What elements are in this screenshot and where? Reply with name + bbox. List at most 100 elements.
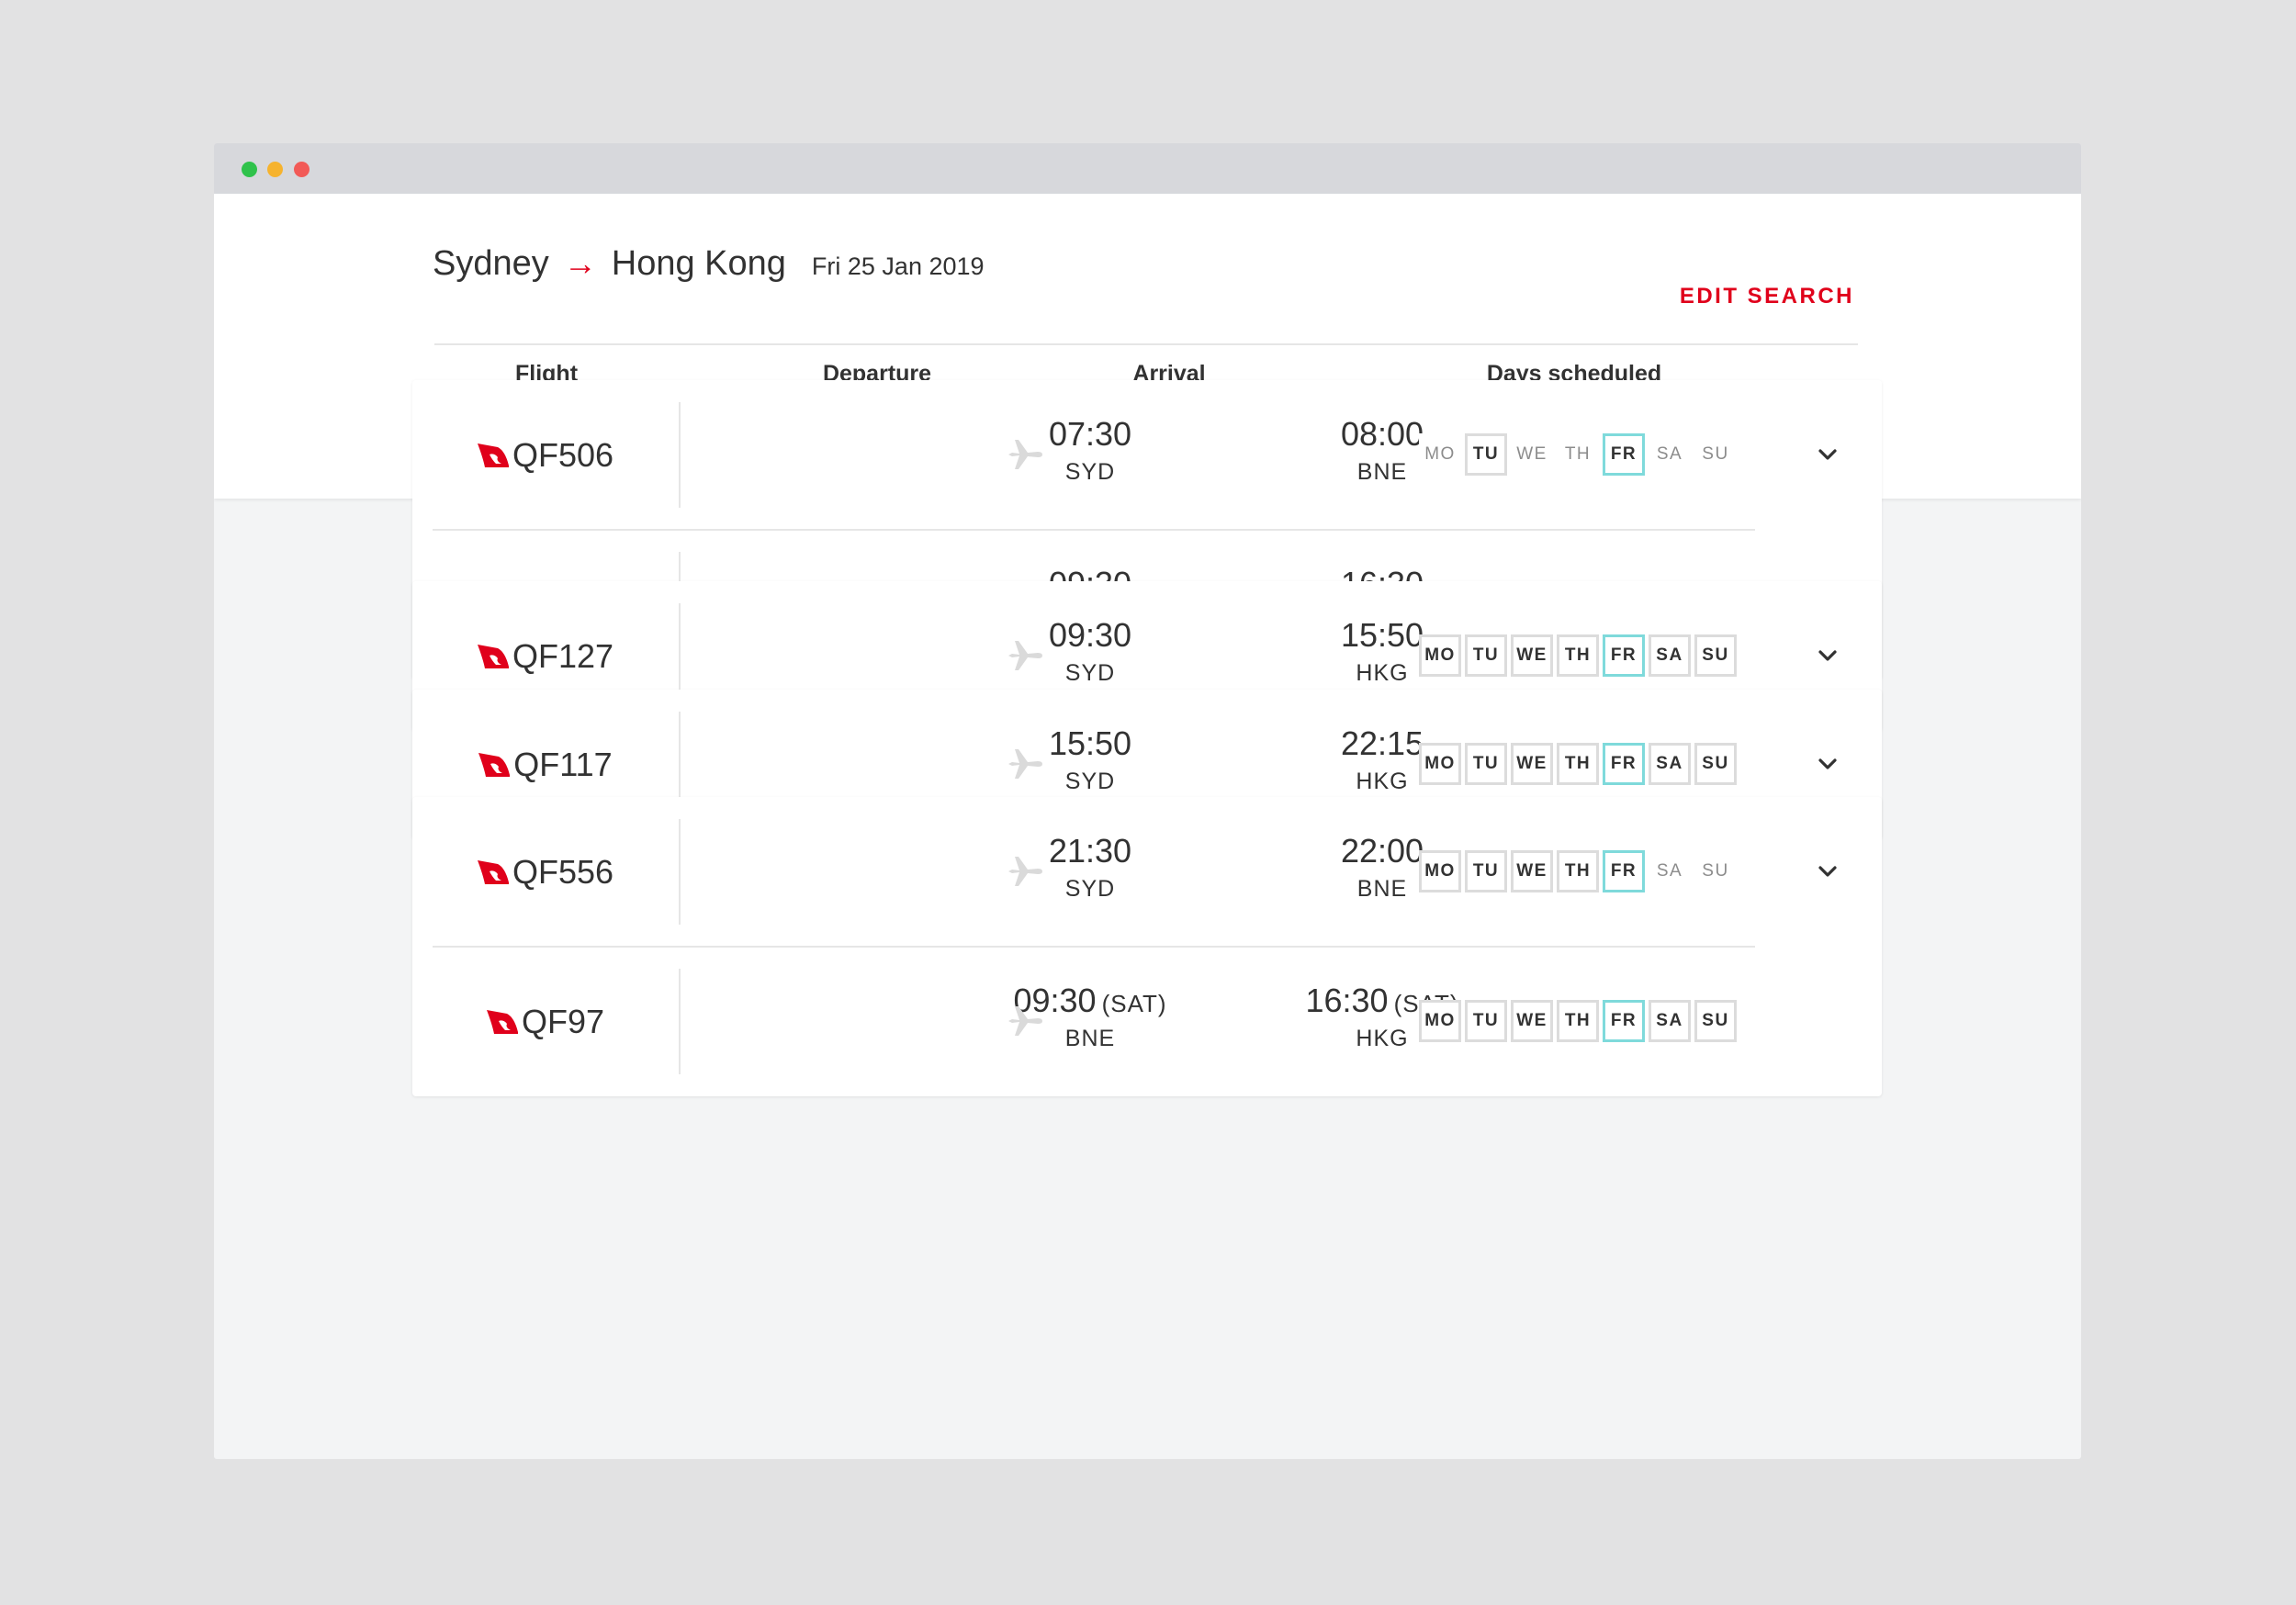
day-th: TH — [1557, 433, 1599, 476]
arrival-airport: BNE — [1356, 459, 1408, 485]
day-sa: SA — [1649, 1000, 1691, 1042]
plane-icon — [1007, 746, 1043, 782]
expand-chevron-icon[interactable] — [1816, 443, 1840, 466]
departure-airport: SYD — [1064, 660, 1116, 686]
flight-number: QF127 — [512, 636, 614, 675]
departure-day-note: (SAT) — [1101, 990, 1167, 1017]
days-scheduled: MOTUWETHFRSASU — [1419, 743, 1737, 785]
day-fr: FR — [1603, 743, 1645, 785]
departure-block: 15:50 SYD — [1049, 724, 1131, 795]
departure-block: 07:30 SYD — [1049, 415, 1131, 486]
qantas-logo-icon — [478, 752, 511, 777]
plane-icon — [1007, 637, 1043, 674]
arrival-block: 08:00 BNE — [1341, 415, 1424, 486]
departure-time: 15:50 — [1048, 724, 1132, 762]
day-th: TH — [1557, 743, 1599, 785]
day-th: TH — [1557, 850, 1599, 892]
days-scheduled: MOTUWETHFRSASU — [1419, 433, 1737, 476]
plane-icon — [1007, 853, 1043, 890]
window-minimize-button[interactable] — [267, 162, 283, 177]
flight-number: QF97 — [521, 1002, 605, 1040]
plane-icon — [1007, 1003, 1043, 1039]
origin-city: Sydney — [433, 244, 549, 283]
column-divider — [679, 819, 681, 925]
expand-chevron-icon[interactable] — [1816, 644, 1840, 668]
arrival-time: 22:15 — [1340, 724, 1424, 762]
day-tu: TU — [1465, 850, 1507, 892]
days-scheduled: MOTUWETHFRSASU — [1419, 1000, 1737, 1042]
window-close-button[interactable] — [294, 162, 310, 177]
search-date: Fri 25 Jan 2019 — [811, 253, 985, 280]
day-we: WE — [1511, 433, 1553, 476]
day-sa: SA — [1649, 743, 1691, 785]
days-scheduled: MOTUWETHFRSASU — [1419, 850, 1737, 892]
flight-number-cell: QF556 — [412, 797, 679, 947]
day-sa: SA — [1649, 634, 1691, 677]
day-we: WE — [1511, 634, 1553, 677]
day-th: TH — [1557, 1000, 1599, 1042]
arrival-time: 08:00 — [1340, 415, 1424, 453]
day-fr: FR — [1603, 1000, 1645, 1042]
day-sa: SA — [1649, 850, 1691, 892]
departure-airport: SYD — [1064, 876, 1116, 902]
day-sa: SA — [1649, 433, 1691, 476]
day-su: SU — [1694, 433, 1737, 476]
header-divider — [434, 343, 1858, 345]
flight-number: QF117 — [513, 745, 613, 783]
day-su: SU — [1694, 850, 1737, 892]
edit-search-button[interactable]: EDIT SEARCH — [1680, 284, 1854, 309]
day-we: WE — [1511, 743, 1553, 785]
arrival-block: 22:15 HKG — [1341, 724, 1424, 795]
departure-block: 21:30 SYD — [1049, 832, 1131, 903]
arrival-time: 16:30 — [1305, 982, 1389, 1019]
departure-time: 21:30 — [1048, 832, 1132, 870]
expand-chevron-icon[interactable] — [1816, 752, 1840, 776]
destination-city: Hong Kong — [611, 244, 786, 283]
qantas-logo-icon — [477, 443, 509, 467]
browser-window: Sydney → Hong Kong Fri 25 Jan 2019 EDIT … — [214, 143, 2081, 1459]
qantas-logo-icon — [486, 1009, 518, 1034]
arrival-time: 22:00 — [1340, 832, 1424, 870]
day-we: WE — [1511, 1000, 1553, 1042]
flight-leg: QF97 09:30(SAT) BNE 16:30(SAT) HKG MOTUW… — [412, 946, 1882, 1096]
departure-airport: SYD — [1064, 769, 1116, 794]
flight-leg: QF506 07:30 SYD 08:00 BNE MO TU WE TH FR SA SU — [412, 380, 1882, 530]
day-tu: TU — [1465, 634, 1507, 677]
arrival-time: 15:50 — [1340, 616, 1424, 654]
qantas-logo-icon — [477, 859, 509, 884]
day-tu: TU — [1465, 1000, 1507, 1042]
window-maximize-button[interactable] — [242, 162, 257, 177]
flight-number: QF556 — [512, 852, 614, 891]
day-mo: MO — [1419, 634, 1461, 677]
arrival-block: 15:50 HKG — [1341, 616, 1424, 687]
day-tu: TU — [1465, 433, 1507, 476]
route-arrow-icon: → — [563, 244, 597, 282]
flight-number: QF506 — [512, 435, 614, 474]
departure-time: 09:30 — [1048, 616, 1132, 654]
column-divider — [679, 402, 681, 508]
flight-leg: QF556 21:30 SYD 22:00 BNE MO TU WE TH FR SA SU — [412, 797, 1882, 947]
departure-time: 07:30 — [1048, 415, 1132, 453]
day-fr: FR — [1603, 634, 1645, 677]
expand-chevron-icon[interactable] — [1816, 859, 1840, 883]
day-fr: FR — [1603, 433, 1645, 476]
day-mo: MO — [1419, 743, 1461, 785]
arrival-airport: HKG — [1356, 769, 1409, 794]
flight-card[interactable]: QF556 21:30 SYD 22:00 BNE MO TU WE TH FR SA SU… — [412, 797, 1882, 1096]
day-su: SU — [1694, 743, 1737, 785]
arrival-airport: HKG — [1356, 660, 1409, 686]
day-mo: MO — [1419, 850, 1461, 892]
day-th: TH — [1557, 634, 1599, 677]
route-title: Sydney → Hong Kong Fri 25 Jan 2019 — [433, 244, 985, 284]
days-scheduled: MOTUWETHFRSASU — [1419, 634, 1737, 677]
departure-block: 09:30 SYD — [1049, 616, 1131, 687]
day-mo: MO — [1419, 1000, 1461, 1042]
day-su: SU — [1694, 1000, 1737, 1042]
window-titlebar — [214, 143, 2081, 194]
column-divider — [679, 969, 681, 1074]
day-fr: FR — [1603, 850, 1645, 892]
arrival-airport: BNE — [1356, 876, 1408, 902]
day-tu: TU — [1465, 743, 1507, 785]
qantas-logo-icon — [477, 644, 509, 668]
arrival-block: 22:00 BNE — [1341, 832, 1424, 903]
